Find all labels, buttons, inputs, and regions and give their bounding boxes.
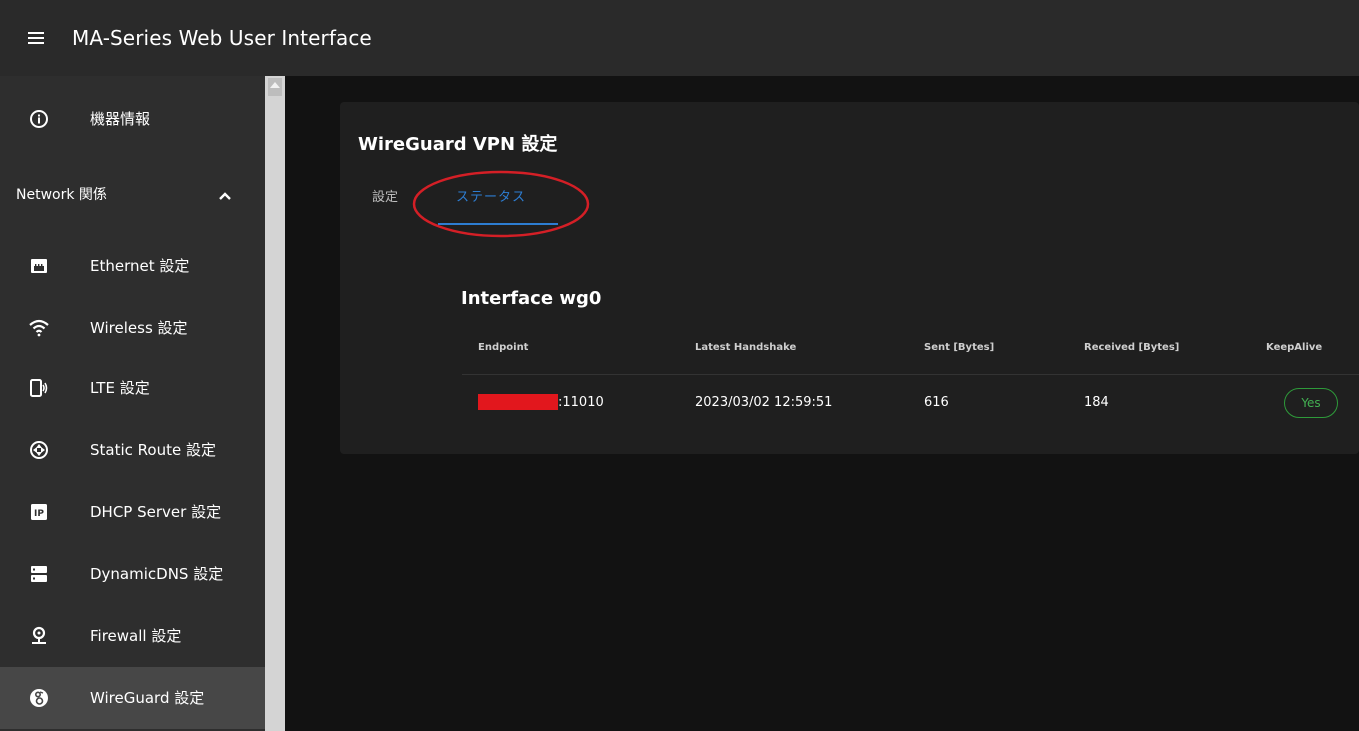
tab-settings[interactable]: 設定 (372, 186, 398, 205)
sent-bytes-value: 616 (924, 395, 949, 410)
sidebar-item-dynamicdns[interactable]: DynamicDNS 設定 (0, 543, 265, 605)
sidebar-item-firewall[interactable]: Firewall 設定 (0, 605, 265, 667)
endpoint-port: :11010 (558, 395, 604, 410)
page-title: WireGuard VPN 設定 (358, 134, 558, 155)
svg-text:IP: IP (34, 509, 44, 519)
sidebar-group-label: Network 関係 (16, 187, 107, 203)
sidebar-item-static-route[interactable]: Static Route 設定 (0, 419, 265, 481)
sidebar-item-lte[interactable]: LTE 設定 (0, 357, 265, 419)
chevron-up-icon (218, 186, 232, 205)
ethernet-icon (28, 255, 50, 277)
redacted-endpoint-address (478, 394, 558, 410)
column-header-sent: Sent [Bytes] (924, 342, 995, 353)
column-header-endpoint: Endpoint (478, 342, 529, 353)
ip-icon: IP (28, 501, 50, 523)
scroll-up-arrow-icon[interactable] (270, 82, 280, 88)
sidebar-item-dhcp-server[interactable]: IP DHCP Server 設定 (0, 481, 265, 543)
route-icon (28, 439, 50, 461)
sidebar-item-label: LTE 設定 (90, 379, 150, 397)
sidebar-item-label: DynamicDNS 設定 (90, 565, 224, 583)
sidebar-item-label: Wireless 設定 (90, 319, 188, 337)
app-title: MA-Series Web User Interface (72, 26, 372, 50)
sidebar-item-wireless[interactable]: Wireless 設定 (0, 297, 265, 359)
column-header-latest-handshake: Latest Handshake (695, 342, 797, 353)
sidebar-item-label: Firewall 設定 (90, 627, 182, 645)
wireguard-status-card: WireGuard VPN 設定 設定 ステータス Interface wg0 … (340, 102, 1359, 454)
sidebar-item-label: WireGuard 設定 (90, 689, 205, 707)
firewall-icon (28, 625, 50, 647)
sidebar-item-label: Ethernet 設定 (90, 257, 190, 275)
sidebar-group-network[interactable]: Network 関係 (0, 164, 265, 226)
cellular-icon (28, 377, 50, 399)
sidebar-item-ethernet[interactable]: Ethernet 設定 (0, 235, 265, 297)
received-bytes-value: 184 (1084, 395, 1109, 410)
sidebar: 機器情報 Network 関係 Ethernet 設定 Wireless 設定 … (0, 76, 265, 731)
sidebar-item-label: DHCP Server 設定 (90, 503, 222, 521)
dns-icon (28, 563, 50, 585)
app-bar: MA-Series Web User Interface (0, 0, 1359, 76)
wireguard-icon (28, 687, 50, 709)
hamburger-menu-icon[interactable] (0, 0, 72, 76)
sidebar-item-label: 機器情報 (90, 110, 151, 128)
sidebar-item-label: Static Route 設定 (90, 441, 216, 459)
annotation-circle (412, 170, 590, 238)
column-header-keepalive: KeepAlive (1266, 342, 1323, 353)
sidebar-item-wireguard[interactable]: WireGuard 設定 (0, 667, 265, 729)
table-divider (462, 374, 1359, 375)
latest-handshake-value: 2023/03/02 12:59:51 (695, 395, 833, 410)
wifi-icon (28, 317, 50, 339)
interface-title: Interface wg0 (461, 288, 602, 309)
keepalive-badge: Yes (1284, 388, 1338, 418)
sidebar-scrollbar[interactable] (265, 76, 285, 731)
info-icon (28, 108, 50, 130)
sidebar-item-device-info[interactable]: 機器情報 (0, 88, 265, 150)
column-header-received: Received [Bytes] (1084, 342, 1180, 353)
